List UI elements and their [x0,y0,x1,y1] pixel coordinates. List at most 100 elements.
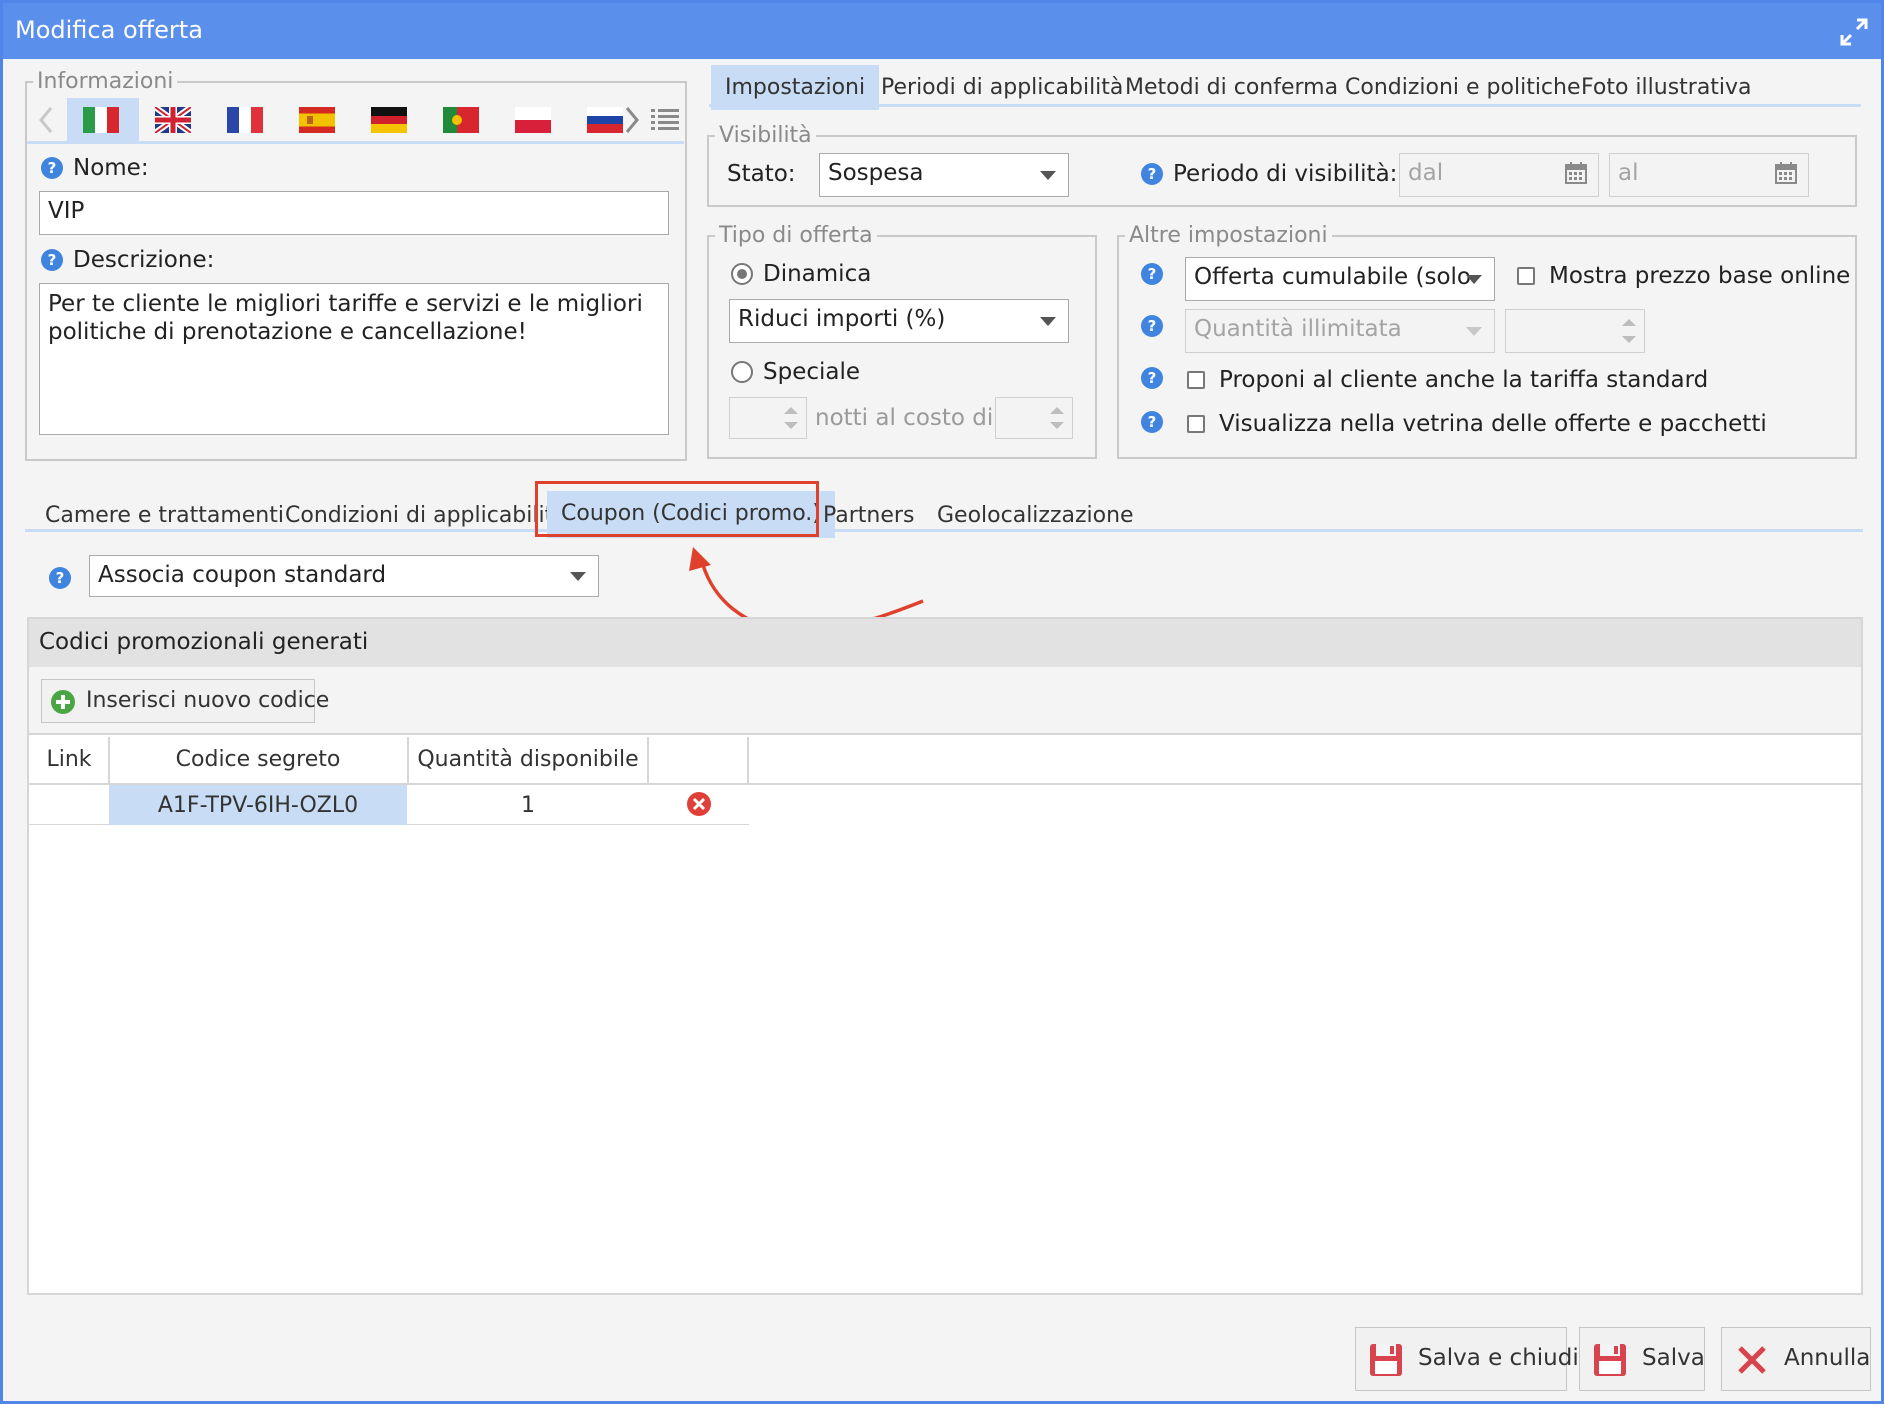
annulla-label: Annulla [1784,1345,1871,1371]
quantita-help-icon[interactable]: ? [1141,315,1163,337]
mostra-prezzo-label: Mostra prezzo base online [1549,263,1851,289]
stato-select[interactable]: Sospesa [819,153,1069,197]
periodo-label: Periodo di visibilità: [1173,161,1398,187]
tab-camere-e-trattamenti[interactable]: Camere e trattamenti [31,493,298,538]
save-icon [1370,1344,1402,1376]
quantita-select[interactable]: Quantità illimitata [1185,309,1495,353]
quantita-stepper[interactable] [1505,309,1645,353]
tab-geolocalizzazione[interactable]: Geolocalizzazione [923,493,1148,538]
spinner-down-icon[interactable] [1050,422,1064,429]
spinner-up-icon[interactable] [784,407,798,414]
tab-condizioni-e-politiche[interactable]: Condizioni e politiche [1331,65,1595,110]
al-placeholder: al [1618,160,1639,186]
inserisci-nuovo-codice-button[interactable]: Inserisci nuovo codice [41,679,329,723]
visualizza-help-icon[interactable]: ? [1141,411,1163,433]
france-flag-icon[interactable] [227,107,263,133]
plus-circle-icon [51,690,75,714]
salva-e-chiudi-button[interactable]: Salva e chiudi [1355,1327,1579,1391]
col-quantita-disponibile[interactable]: Quantità disponibile [409,747,647,772]
notti-stepper[interactable] [729,397,807,439]
riduci-importi-select[interactable]: Riduci importi (%) [729,299,1069,343]
highlight-box [535,481,819,537]
nome-input[interactable]: VIP [39,191,669,235]
cell-codice[interactable]: A1F-TPV-6IH-OZL0 [109,793,407,818]
spinner-up-icon[interactable] [1622,319,1636,326]
spinner-down-icon[interactable] [784,422,798,429]
dinamica-label: Dinamica [763,261,872,287]
calendar-icon[interactable] [1774,161,1798,185]
dinamica-radio[interactable] [731,263,753,285]
delete-icon[interactable] [686,791,712,817]
close-icon [1738,1346,1766,1374]
associa-help-icon[interactable]: ? [49,567,71,589]
descrizione-label: Descrizione: [73,247,215,273]
save-icon [1594,1344,1626,1376]
visibilita-legend: Visibilità [719,123,812,148]
descrizione-textarea[interactable]: Per te cliente le migliori tariffe e ser… [39,283,669,435]
dal-date-input[interactable]: dal [1399,153,1599,197]
portugal-flag-icon[interactable] [443,107,479,133]
germany-flag-icon[interactable] [371,107,407,133]
cell-quantita[interactable]: 1 [409,793,647,818]
al-date-input[interactable]: al [1609,153,1809,197]
proponi-help-icon[interactable]: ? [1141,367,1163,389]
proponi-label: Proponi al cliente anche la tariffa stan… [1219,367,1709,393]
chevron-down-icon [570,572,586,581]
chevron-down-icon [1466,327,1482,336]
informazioni-legend: Informazioni [37,69,174,94]
associa-coupon-select[interactable]: Associa coupon standard [89,555,599,597]
list-icon[interactable] [651,107,679,131]
speciale-label: Speciale [763,359,861,385]
riduci-importi-value: Riduci importi (%) [738,306,946,332]
russia-flag-icon[interactable] [587,107,623,133]
grid-col-divider [747,737,749,785]
codici-panel-header: Codici promozionali generati [29,619,1861,667]
tipo-offerta-legend: Tipo di offerta [719,223,873,248]
annulla-button[interactable]: Annulla [1721,1327,1871,1391]
salva-label: Salva [1642,1345,1705,1371]
descrizione-help-icon[interactable]: ? [41,249,63,271]
periodo-help-icon[interactable]: ? [1141,163,1163,185]
quantita-value: Quantità illimitata [1194,316,1402,342]
col-codice-segreto[interactable]: Codice segreto [109,747,407,772]
expand-icon[interactable] [1839,17,1869,47]
title-bar: Modifica offerta [3,3,1881,59]
dal-placeholder: dal [1408,160,1444,186]
grid-col-divider [647,737,649,785]
visualizza-label: Visualizza nella vetrina delle offerte e… [1219,411,1767,437]
cumulabile-help-icon[interactable]: ? [1141,263,1163,285]
spain-flag-icon[interactable] [299,107,335,133]
tab-periodi-di-applicabilita[interactable]: Periodi di applicabilità [867,65,1137,110]
poland-flag-icon[interactable] [515,107,551,133]
window-title: Modifica offerta [15,16,203,44]
chevron-down-icon [1040,171,1056,180]
cumulabile-value: Offerta cumulabile (solo [1194,264,1471,290]
notti-label: notti al costo di [815,405,994,431]
proponi-checkbox[interactable] [1187,371,1205,389]
mostra-prezzo-checkbox[interactable] [1517,267,1535,285]
stato-value: Sospesa [828,160,924,186]
costo-notti-stepper[interactable] [995,397,1073,439]
chevron-right-icon[interactable] [623,105,641,135]
spinner-down-icon[interactable] [1622,336,1636,343]
altre-impostazioni-legend: Altre impostazioni [1129,223,1328,248]
tab-metodi-di-conferma[interactable]: Metodi di conferma [1111,65,1352,110]
calendar-icon[interactable] [1564,161,1588,185]
italy-flag-icon[interactable] [83,107,119,133]
col-link[interactable]: Link [29,747,109,772]
chevron-down-icon [1040,317,1056,326]
tab-partners[interactable]: Partners [809,493,928,538]
cumulabile-select[interactable]: Offerta cumulabile (solo [1185,257,1495,301]
stato-label: Stato: [727,161,796,187]
nome-help-icon[interactable]: ? [41,157,63,179]
visualizza-checkbox[interactable] [1187,415,1205,433]
uk-flag-icon[interactable] [155,107,191,133]
speciale-radio[interactable] [731,361,753,383]
tab-foto-illustrativa[interactable]: Foto illustrativa [1567,65,1766,110]
salva-button[interactable]: Salva [1579,1327,1705,1391]
tab-impostazioni[interactable]: Impostazioni [711,65,880,110]
spinner-up-icon[interactable] [1050,407,1064,414]
chevron-left-icon[interactable] [37,105,55,135]
nome-label: Nome: [73,155,149,181]
chevron-down-icon [1466,275,1482,284]
